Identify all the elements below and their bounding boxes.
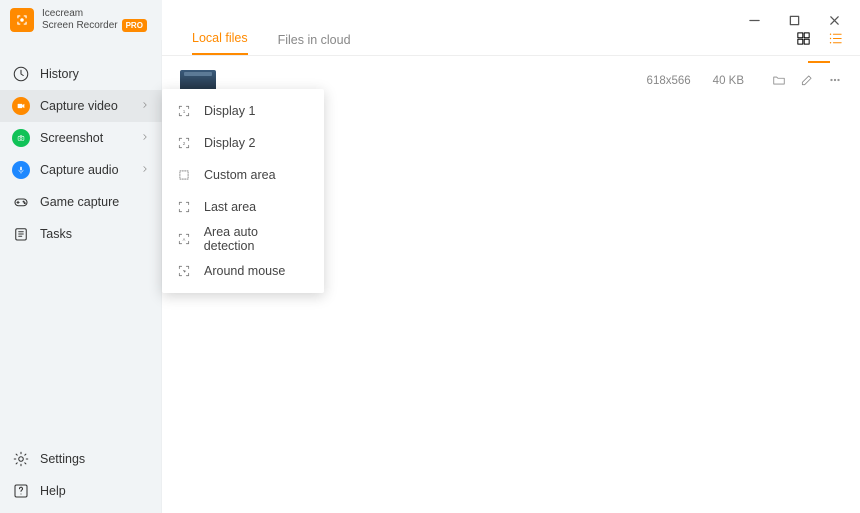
menu-item-around-mouse[interactable]: Around mouse	[162, 255, 324, 287]
sidebar-item-label: Tasks	[40, 227, 72, 241]
sidebar-item-history[interactable]: History	[0, 58, 162, 90]
grid-view-button[interactable]	[794, 29, 812, 47]
custom-area-icon	[176, 168, 192, 182]
svg-text:A: A	[182, 237, 185, 242]
svg-text:1: 1	[183, 109, 186, 114]
screenshot-icon	[12, 129, 30, 147]
game-capture-icon	[12, 193, 30, 211]
sidebar: History Capture video Screenshot Capture…	[0, 0, 162, 513]
more-button[interactable]	[828, 73, 842, 90]
menu-item-display-1[interactable]: 1 Display 1	[162, 95, 324, 127]
history-icon	[12, 65, 30, 83]
last-area-icon	[176, 200, 192, 214]
sidebar-item-capture-video[interactable]: Capture video	[0, 90, 162, 122]
sidebar-item-label: Game capture	[40, 195, 119, 209]
menu-item-area-auto-detection[interactable]: A Area auto detection	[162, 223, 324, 255]
app-name-line2: Screen Recorder	[42, 20, 118, 31]
chevron-right-icon	[140, 163, 150, 177]
app-name-line1: Icecream	[42, 8, 147, 19]
menu-item-custom-area[interactable]: Custom area	[162, 159, 324, 191]
chevron-right-icon	[140, 131, 150, 145]
menu-item-label: Around mouse	[204, 264, 285, 278]
sidebar-item-label: Capture audio	[40, 163, 119, 177]
file-size: 40 KB	[713, 75, 744, 87]
display-2-icon: 2	[176, 136, 192, 150]
display-1-icon: 1	[176, 104, 192, 118]
tabs-row: Local files Files in cloud	[162, 0, 860, 56]
menu-item-label: Area auto detection	[204, 225, 310, 253]
sidebar-item-game-capture[interactable]: Game capture	[0, 186, 162, 218]
file-dimensions: 618x566	[647, 75, 691, 87]
list-view-button[interactable]	[826, 29, 844, 47]
menu-item-last-area[interactable]: Last area	[162, 191, 324, 223]
capture-video-menu: 1 Display 1 2 Display 2 Custom area Last…	[162, 89, 324, 293]
capture-audio-icon	[12, 161, 30, 179]
sidebar-item-tasks[interactable]: Tasks	[0, 218, 162, 250]
menu-item-label: Display 1	[204, 104, 255, 118]
open-folder-button[interactable]	[772, 73, 786, 90]
svg-text:2: 2	[183, 141, 186, 146]
gear-icon	[12, 450, 30, 468]
menu-item-display-2[interactable]: 2 Display 2	[162, 127, 324, 159]
app-logo	[10, 8, 34, 32]
sidebar-item-screenshot[interactable]: Screenshot	[0, 122, 162, 154]
auto-detect-icon: A	[176, 232, 192, 246]
sidebar-item-label: History	[40, 67, 79, 81]
tab-files-in-cloud[interactable]: Files in cloud	[278, 25, 351, 55]
menu-item-label: Last area	[204, 200, 256, 214]
around-mouse-icon	[176, 264, 192, 278]
help-icon	[12, 482, 30, 500]
sidebar-item-label: Help	[40, 484, 66, 498]
capture-video-icon	[12, 97, 30, 115]
sidebar-item-label: Settings	[40, 452, 85, 466]
tasks-icon	[12, 225, 30, 243]
chevron-right-icon	[140, 99, 150, 113]
menu-item-label: Custom area	[204, 168, 276, 182]
sidebar-item-capture-audio[interactable]: Capture audio	[0, 154, 162, 186]
app-title: Icecream Screen Recorder PRO	[42, 8, 147, 32]
edit-button[interactable]	[800, 73, 814, 90]
sidebar-item-label: Capture video	[40, 99, 118, 113]
sidebar-item-label: Screenshot	[40, 131, 103, 145]
tab-local-files[interactable]: Local files	[192, 23, 248, 55]
sidebar-item-settings[interactable]: Settings	[0, 443, 162, 475]
sidebar-item-help[interactable]: Help	[0, 475, 162, 507]
pro-badge: PRO	[122, 19, 147, 32]
menu-item-label: Display 2	[204, 136, 255, 150]
